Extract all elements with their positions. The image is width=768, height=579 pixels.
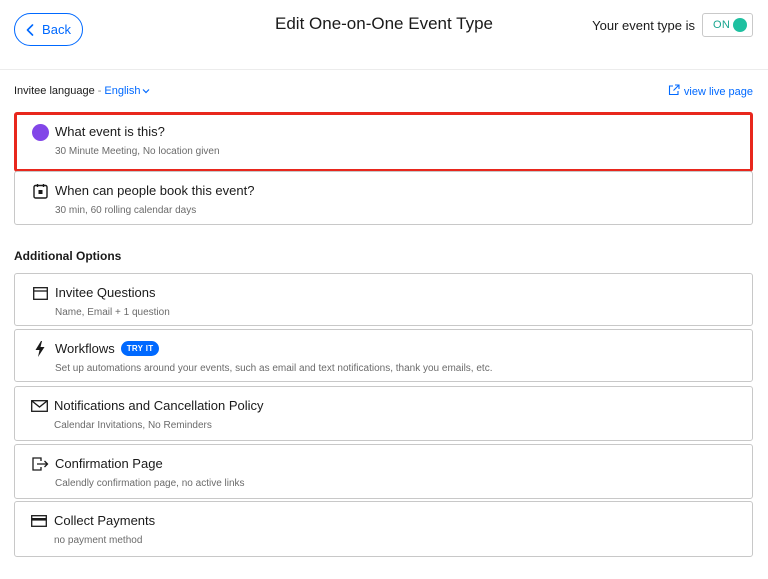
card-title: When can people book this event? xyxy=(55,183,255,198)
card-subtitle: Calendly confirmation page, no active li… xyxy=(55,478,245,489)
card-title: Confirmation Page xyxy=(55,456,163,471)
status-label: Your event type is xyxy=(592,17,695,33)
purple-dot-icon xyxy=(31,123,49,141)
notifications-card[interactable]: Notifications and Cancellation Policy Ca… xyxy=(14,386,753,441)
card-title: Workflows TRY IT xyxy=(55,341,160,356)
card-subtitle: 30 Minute Meeting, No location given xyxy=(55,146,220,157)
workflows-card[interactable]: Workflows TRY IT Set up automations aroun… xyxy=(14,329,753,382)
event-status: Your event type is ON xyxy=(592,13,753,37)
external-link-icon xyxy=(668,84,680,99)
event-type-toggle[interactable]: ON xyxy=(702,13,753,37)
card-title: Notifications and Cancellation Policy xyxy=(54,398,264,413)
view-live-page-label: view live page xyxy=(683,85,753,98)
lightning-icon xyxy=(31,340,49,358)
try-it-badge[interactable]: TRY IT xyxy=(120,341,160,356)
exit-icon xyxy=(31,455,49,473)
back-button[interactable]: Back xyxy=(14,13,83,46)
language-dropdown[interactable]: English xyxy=(104,85,150,97)
card-subtitle: Set up automations around your events, s… xyxy=(55,363,493,374)
booking-window-card[interactable]: When can people book this event? 30 min,… xyxy=(14,171,753,225)
back-label: Back xyxy=(42,22,71,37)
chevron-left-icon xyxy=(26,23,34,36)
additional-options-heading: Additional Options xyxy=(14,249,122,263)
collect-payments-card[interactable]: Collect Payments no payment method xyxy=(14,501,753,557)
card-title: Collect Payments xyxy=(54,513,156,528)
chevron-down-icon xyxy=(142,85,150,97)
card-subtitle: 30 min, 60 rolling calendar days xyxy=(55,205,197,216)
header: Back Edit One-on-One Event Type Your eve… xyxy=(0,0,768,70)
confirmation-page-card[interactable]: Confirmation Page Calendly confirmation … xyxy=(14,444,753,499)
toggle-knob xyxy=(733,18,747,32)
invitee-questions-card[interactable]: Invitee Questions Name, Email + 1 questi… xyxy=(14,273,753,326)
card-title: What event is this? xyxy=(55,124,165,139)
event-details-card[interactable]: What event is this? 30 Minute Meeting, N… xyxy=(14,112,753,172)
credit-card-icon xyxy=(30,512,48,530)
language-value: English xyxy=(104,85,141,97)
form-icon xyxy=(31,284,49,302)
language-separator: - xyxy=(97,85,102,97)
card-subtitle: Calendar Invitations, No Reminders xyxy=(54,420,212,431)
card-subtitle: Name, Email + 1 question xyxy=(55,307,170,318)
invitee-language-row: Invitee language - English xyxy=(14,85,150,97)
view-live-page-link[interactable]: view live page xyxy=(668,84,753,99)
card-title: Invitee Questions xyxy=(55,285,156,300)
workflows-title: Workflows xyxy=(55,341,115,356)
card-subtitle: no payment method xyxy=(54,535,143,546)
toggle-label: ON xyxy=(713,19,731,31)
language-label: Invitee language xyxy=(14,85,95,97)
envelope-icon xyxy=(30,397,48,415)
calendar-icon xyxy=(31,182,49,200)
